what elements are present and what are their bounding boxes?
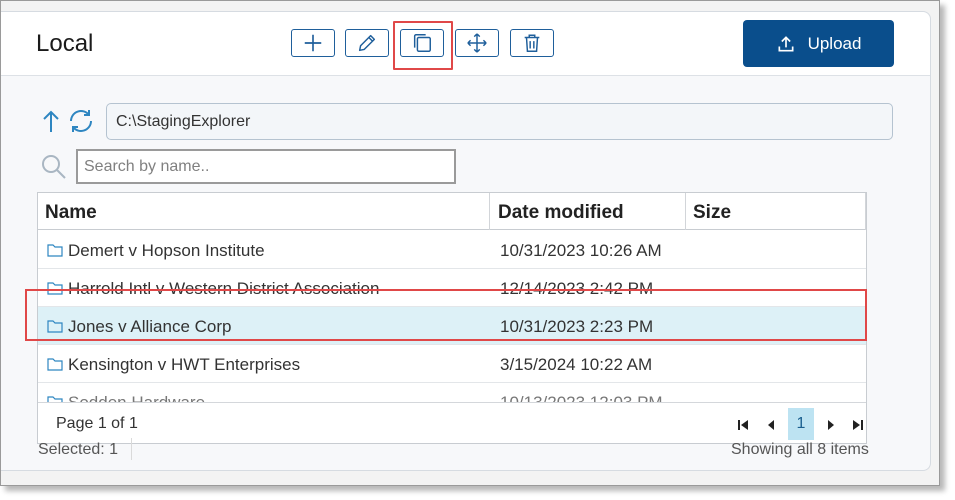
refresh-icon[interactable] xyxy=(67,108,95,134)
plus-icon xyxy=(304,34,322,52)
footer-divider xyxy=(131,438,132,460)
row-date: 12/14/2023 2:42 PM xyxy=(500,279,654,298)
pager: Page 1 of 1 1 xyxy=(38,402,866,443)
grid-rows: Demert v Hopson Institute 10/31/2023 10:… xyxy=(38,231,866,402)
upload-button[interactable]: Upload xyxy=(743,20,894,67)
row-name: Sodden Hardware xyxy=(68,393,205,402)
upload-label: Upload xyxy=(807,33,862,53)
path-input[interactable] xyxy=(106,103,893,140)
table-row[interactable]: Kensington v HWT Enterprises 3/15/2024 1… xyxy=(38,345,866,383)
folder-icon xyxy=(47,358,63,371)
next-page-button[interactable] xyxy=(819,412,843,438)
copy-button[interactable] xyxy=(400,29,444,57)
prev-page-icon xyxy=(768,420,774,430)
search-icon xyxy=(42,155,66,179)
items-count: Showing all 8 items xyxy=(731,441,869,458)
row-name: Jones v Alliance Corp xyxy=(68,317,232,336)
add-button[interactable] xyxy=(291,29,335,57)
file-grid: Name Date modified Size Demert v Hopson … xyxy=(37,192,867,444)
folder-icon xyxy=(47,320,63,333)
folder-icon xyxy=(47,244,63,257)
rename-button[interactable] xyxy=(345,29,389,57)
prev-page-button[interactable] xyxy=(759,412,783,438)
pencil-icon xyxy=(358,34,376,52)
grid-header: Name Date modified Size xyxy=(38,193,866,230)
column-header-name[interactable]: Name xyxy=(38,193,490,230)
move-icon xyxy=(467,33,487,53)
row-name: Demert v Hopson Institute xyxy=(68,241,265,260)
panel-title: Local xyxy=(36,30,94,57)
row-name: Kensington v HWT Enterprises xyxy=(68,355,301,374)
search-input[interactable] xyxy=(76,149,456,184)
first-page-icon xyxy=(738,420,748,430)
row-date: 10/31/2023 2:23 PM xyxy=(500,317,654,336)
table-row[interactable]: Sodden Hardware 10/13/2023 12:03 PM xyxy=(38,383,866,402)
copy-icon xyxy=(413,34,431,52)
panel-header: Local Upload xyxy=(1,12,930,76)
page-number-button[interactable]: 1 xyxy=(788,408,814,440)
row-date: 10/13/2023 12:03 PM xyxy=(500,393,663,402)
selected-count: Selected: 1 xyxy=(38,441,119,458)
delete-button[interactable] xyxy=(510,29,554,57)
column-header-date[interactable]: Date modified xyxy=(491,193,686,230)
table-row-selected[interactable]: Jones v Alliance Corp 10/31/2023 2:23 PM xyxy=(38,307,866,345)
window-frame: Local Upload C:\StagingExplorer Search b… xyxy=(0,0,940,486)
row-name: Harrold Intl v Western District Associat… xyxy=(68,279,380,298)
next-page-icon xyxy=(828,420,834,430)
folder-icon xyxy=(47,396,63,402)
page-info: Page 1 of 1 xyxy=(56,415,138,432)
upload-icon xyxy=(778,35,794,51)
folder-icon xyxy=(47,282,63,295)
last-page-button[interactable] xyxy=(846,412,866,438)
trash-icon xyxy=(524,34,540,52)
column-header-size[interactable]: Size xyxy=(686,193,866,230)
row-date: 10/31/2023 10:26 AM xyxy=(500,241,662,260)
first-page-button[interactable] xyxy=(731,412,755,438)
arrow-up-icon[interactable] xyxy=(39,108,63,134)
local-panel: Local Upload C:\StagingExplorer Search b… xyxy=(1,11,931,471)
table-row[interactable]: Demert v Hopson Institute 10/31/2023 10:… xyxy=(38,231,866,269)
table-row[interactable]: Harrold Intl v Western District Associat… xyxy=(38,269,866,307)
row-date: 3/15/2024 10:22 AM xyxy=(500,355,653,374)
move-button[interactable] xyxy=(455,29,499,57)
last-page-icon xyxy=(853,420,863,430)
